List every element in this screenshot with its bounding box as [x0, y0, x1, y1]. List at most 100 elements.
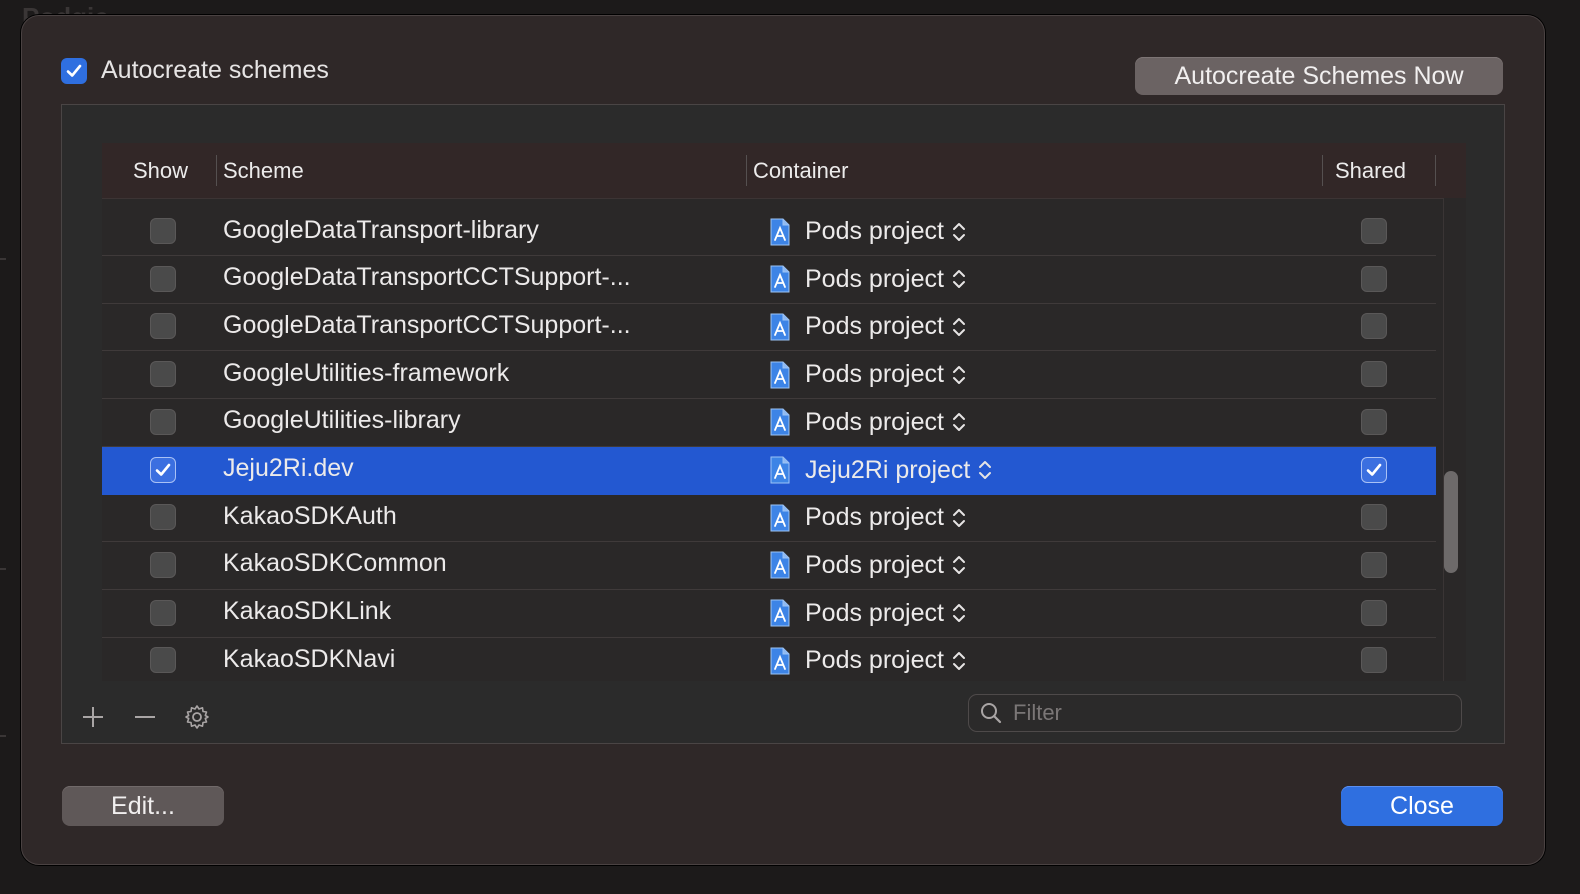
- table-row[interactable]: GoogleUtilities-framework Pods project: [102, 351, 1436, 400]
- manage-schemes-sheet: Autocreate schemes Autocreate Schemes No…: [21, 15, 1545, 865]
- container-label: Jeju2Ri project: [805, 455, 971, 484]
- shared-checkbox[interactable]: [1361, 456, 1387, 483]
- scheme-name: Jeju2Ri.dev: [223, 454, 354, 482]
- scheme-name: GoogleUtilities-framework: [223, 358, 510, 387]
- container-popup[interactable]: Jeju2Ri project: [769, 447, 992, 494]
- container-popup[interactable]: Pods project: [769, 590, 966, 637]
- edit-button[interactable]: Edit...: [62, 786, 224, 826]
- shared-checkbox[interactable]: [1361, 599, 1387, 626]
- show-checkbox[interactable]: [150, 647, 176, 674]
- autocreate-schemes-option[interactable]: Autocreate schemes: [61, 56, 329, 85]
- container-label: Pods project: [805, 217, 944, 245]
- popup-chevrons-icon: [979, 461, 992, 479]
- container-popup[interactable]: Pods project: [769, 542, 966, 589]
- plus-icon[interactable]: [78, 702, 108, 732]
- minus-icon[interactable]: [130, 702, 160, 732]
- scroll-thumb[interactable]: [1444, 471, 1458, 573]
- column-header-container[interactable]: Container: [753, 143, 848, 198]
- autocreate-schemes-checkbox[interactable]: [61, 57, 87, 84]
- autocreate-schemes-now-button[interactable]: Autocreate Schemes Now: [1135, 57, 1503, 95]
- scheme-name: GoogleDataTransportCCTSupport-...: [223, 263, 631, 292]
- shared-checkbox[interactable]: [1361, 504, 1387, 531]
- popup-chevrons-icon: [952, 651, 965, 670]
- popup-chevrons-icon: [952, 556, 965, 575]
- popup-chevrons-icon: [952, 222, 965, 241]
- checkmark-icon: [66, 64, 82, 77]
- popup-chevrons-icon: [952, 317, 965, 336]
- table-row[interactable]: GoogleUtilities-library Pods project: [102, 399, 1436, 447]
- column-divider[interactable]: [216, 155, 217, 186]
- scheme-name: KakaoSDKAuth: [223, 501, 397, 530]
- background-mark: [0, 735, 6, 737]
- xcode-project-icon: [770, 408, 790, 436]
- scheme-name: KakaoSDKNavi: [223, 644, 396, 673]
- scheme-name: KakaoSDKCommon: [223, 549, 447, 578]
- xcode-project-icon: [770, 456, 790, 484]
- show-checkbox[interactable]: [150, 361, 176, 388]
- table-row[interactable]: Jeju2Ri.dev Jeju2Ri project: [102, 446, 1436, 495]
- background-mark: [0, 568, 6, 570]
- popup-chevrons-icon: [952, 270, 965, 289]
- column-divider[interactable]: [1435, 155, 1436, 186]
- column-header-shared[interactable]: Shared: [1335, 143, 1406, 198]
- xcode-project-icon: [770, 313, 790, 341]
- show-checkbox[interactable]: [150, 265, 176, 292]
- container-label: Pods project: [805, 407, 944, 436]
- shared-checkbox[interactable]: [1361, 313, 1387, 340]
- table-row[interactable]: KakaoSDKLink Pods project: [102, 590, 1436, 638]
- shared-checkbox[interactable]: [1361, 551, 1387, 578]
- search-icon: [981, 703, 1002, 724]
- shared-checkbox[interactable]: [1361, 218, 1387, 244]
- show-checkbox[interactable]: [150, 551, 176, 578]
- column-divider[interactable]: [746, 155, 747, 186]
- filter-field[interactable]: [968, 694, 1462, 732]
- container-label: Pods project: [805, 646, 944, 675]
- container-popup[interactable]: Pods project: [769, 351, 966, 398]
- table-row[interactable]: KakaoSDKAuth Pods project: [102, 494, 1436, 543]
- table-row[interactable]: GoogleDataTransport-library Pods project: [102, 208, 1436, 256]
- shared-checkbox[interactable]: [1361, 361, 1387, 388]
- table-row[interactable]: GoogleDataTransportCCTSupport-... Pods pr…: [102, 303, 1436, 352]
- shared-checkbox[interactable]: [1361, 408, 1387, 435]
- shared-checkbox[interactable]: [1361, 265, 1387, 292]
- container-popup[interactable]: Pods project: [769, 399, 966, 446]
- scheme-name: KakaoSDKLink: [223, 597, 392, 626]
- container-popup[interactable]: Pods project: [769, 256, 966, 303]
- table-row[interactable]: GoogleDataTransportCCTSupport-... Pods pr…: [102, 256, 1436, 304]
- popup-chevrons-icon: [952, 365, 965, 384]
- column-divider[interactable]: [1322, 155, 1323, 186]
- filter-input[interactable]: [1011, 699, 1455, 727]
- table-row[interactable]: KakaoSDKNavi Pods project: [102, 637, 1436, 681]
- container-label: Pods project: [805, 550, 944, 579]
- checkmark-icon: [155, 463, 171, 476]
- shared-checkbox[interactable]: [1361, 647, 1387, 674]
- xcode-project-icon: [770, 551, 790, 579]
- container-label: Pods project: [805, 360, 944, 389]
- show-checkbox[interactable]: [150, 313, 176, 340]
- xcode-project-icon: [770, 647, 790, 675]
- container-popup[interactable]: Pods project: [769, 208, 966, 255]
- show-checkbox[interactable]: [150, 408, 176, 435]
- show-checkbox[interactable]: [150, 599, 176, 626]
- container-label: Pods project: [805, 264, 944, 293]
- table-row[interactable]: KakaoSDKCommon Pods project: [102, 542, 1436, 590]
- show-checkbox[interactable]: [150, 504, 176, 531]
- gear-icon[interactable]: [182, 702, 212, 732]
- container-popup[interactable]: Pods project: [769, 637, 966, 681]
- vertical-scrollbar[interactable]: [1443, 198, 1466, 681]
- checkmark-icon: [1366, 463, 1382, 476]
- table-header: Show Scheme Container Shared: [102, 143, 1466, 199]
- scheme-name: GoogleDataTransport-library: [223, 215, 539, 244]
- column-header-show[interactable]: Show: [133, 143, 188, 198]
- scheme-name: GoogleUtilities-library: [223, 406, 461, 435]
- background-mark: [0, 258, 6, 260]
- xcode-project-icon: [770, 599, 790, 627]
- container-label: Pods project: [805, 503, 944, 532]
- scheme-name: GoogleDataTransportCCTSupport-...: [223, 310, 631, 339]
- show-checkbox[interactable]: [150, 218, 176, 244]
- container-popup[interactable]: Pods project: [769, 303, 966, 350]
- column-header-scheme[interactable]: Scheme: [223, 143, 304, 198]
- show-checkbox[interactable]: [150, 456, 176, 483]
- container-popup[interactable]: Pods project: [769, 494, 966, 541]
- close-button[interactable]: Close: [1341, 786, 1503, 826]
